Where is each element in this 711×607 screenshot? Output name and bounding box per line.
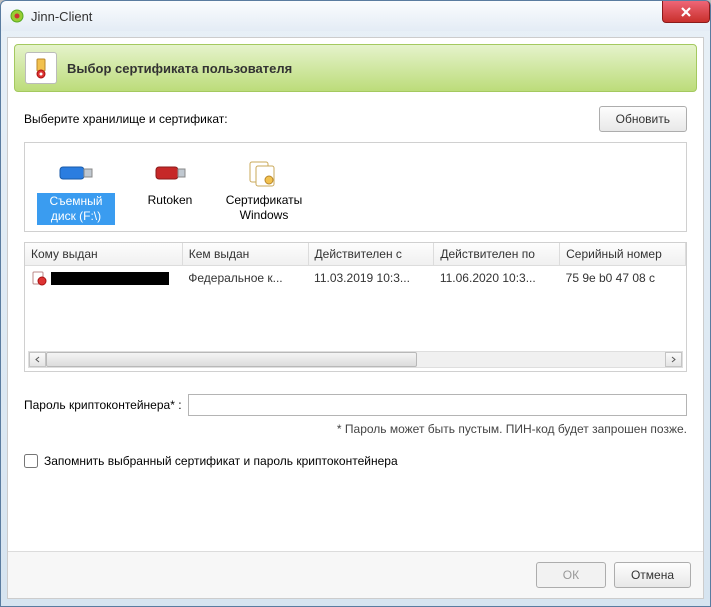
remember-label: Запомнить выбранный сертификат и пароль … bbox=[44, 454, 398, 468]
close-icon bbox=[680, 7, 692, 17]
close-button[interactable] bbox=[662, 1, 710, 23]
table-header-row: Кому выдан Кем выдан Действителен с Дейс… bbox=[25, 243, 686, 266]
storage-item-removable[interactable]: Съемный диск (F:\) bbox=[35, 151, 117, 223]
refresh-button[interactable]: Обновить bbox=[599, 106, 687, 132]
storage-item-rutoken[interactable]: Rutoken bbox=[129, 151, 211, 223]
banner: Выбор сертификата пользователя bbox=[14, 44, 697, 92]
storage-item-windows[interactable]: Сертификаты Windows bbox=[223, 151, 305, 223]
scroll-right-button[interactable] bbox=[665, 352, 682, 367]
usb-blue-icon bbox=[37, 155, 115, 191]
app-icon bbox=[9, 8, 25, 24]
cell-valid-to: 11.06.2020 10:3... bbox=[434, 266, 560, 291]
remember-checkbox[interactable] bbox=[24, 454, 38, 468]
col-valid-to[interactable]: Действителен по bbox=[434, 243, 560, 266]
cell-valid-from: 11.03.2019 10:3... bbox=[308, 266, 434, 291]
cell-serial: 75 9e b0 47 08 c bbox=[560, 266, 686, 291]
certificate-icon bbox=[31, 270, 47, 286]
cancel-button[interactable]: Отмена bbox=[614, 562, 691, 588]
password-row: Пароль криптоконтейнера* : bbox=[24, 394, 687, 416]
password-input[interactable] bbox=[188, 394, 687, 416]
col-issued-to[interactable]: Кому выдан bbox=[25, 243, 182, 266]
horizontal-scrollbar[interactable] bbox=[28, 351, 683, 368]
cell-issued-by: Федеральное к... bbox=[182, 266, 308, 291]
storage-item-label: Сертификаты Windows bbox=[225, 193, 303, 223]
password-label: Пароль криптоконтейнера* : bbox=[24, 398, 182, 412]
scroll-track[interactable] bbox=[46, 352, 665, 367]
col-valid-from[interactable]: Действителен с bbox=[308, 243, 434, 266]
banner-icon bbox=[25, 52, 57, 84]
window-title: Jinn-Client bbox=[31, 9, 92, 24]
client-area: Выбор сертификата пользователя Выберите … bbox=[7, 37, 704, 599]
storage-item-label: Съемный диск (F:\) bbox=[37, 193, 115, 225]
chevron-left-icon bbox=[34, 356, 41, 363]
col-issued-by[interactable]: Кем выдан bbox=[182, 243, 308, 266]
window: Jinn-Client Выбор сертификата пользовате… bbox=[0, 0, 711, 607]
remember-row: Запомнить выбранный сертификат и пароль … bbox=[24, 454, 687, 468]
certificates-icon bbox=[225, 155, 303, 191]
ok-button[interactable]: ОК bbox=[536, 562, 606, 588]
col-serial[interactable]: Серийный номер bbox=[560, 243, 686, 266]
scroll-thumb[interactable] bbox=[46, 352, 417, 367]
titlebar: Jinn-Client bbox=[1, 1, 710, 31]
storage-item-label: Rutoken bbox=[131, 193, 209, 208]
redacted-name bbox=[51, 272, 169, 285]
password-hint: * Пароль может быть пустым. ПИН-код буде… bbox=[24, 422, 687, 436]
certificate-table: Кому выдан Кем выдан Действителен с Дейс… bbox=[24, 242, 687, 372]
table-row[interactable]: Федеральное к... 11.03.2019 10:3... 11.0… bbox=[25, 266, 686, 291]
storage-panel: Съемный диск (F:\) Rutoken Сертификаты W… bbox=[24, 142, 687, 232]
storage-label: Выберите хранилище и сертификат: bbox=[24, 112, 228, 126]
chevron-right-icon bbox=[670, 356, 677, 363]
main: Выберите хранилище и сертификат: Обновит… bbox=[8, 106, 703, 468]
cell-issued-to bbox=[25, 266, 182, 291]
footer: ОК Отмена bbox=[8, 551, 703, 598]
scroll-left-button[interactable] bbox=[29, 352, 46, 367]
banner-title: Выбор сертификата пользователя bbox=[67, 61, 292, 76]
usb-red-icon bbox=[131, 155, 209, 191]
